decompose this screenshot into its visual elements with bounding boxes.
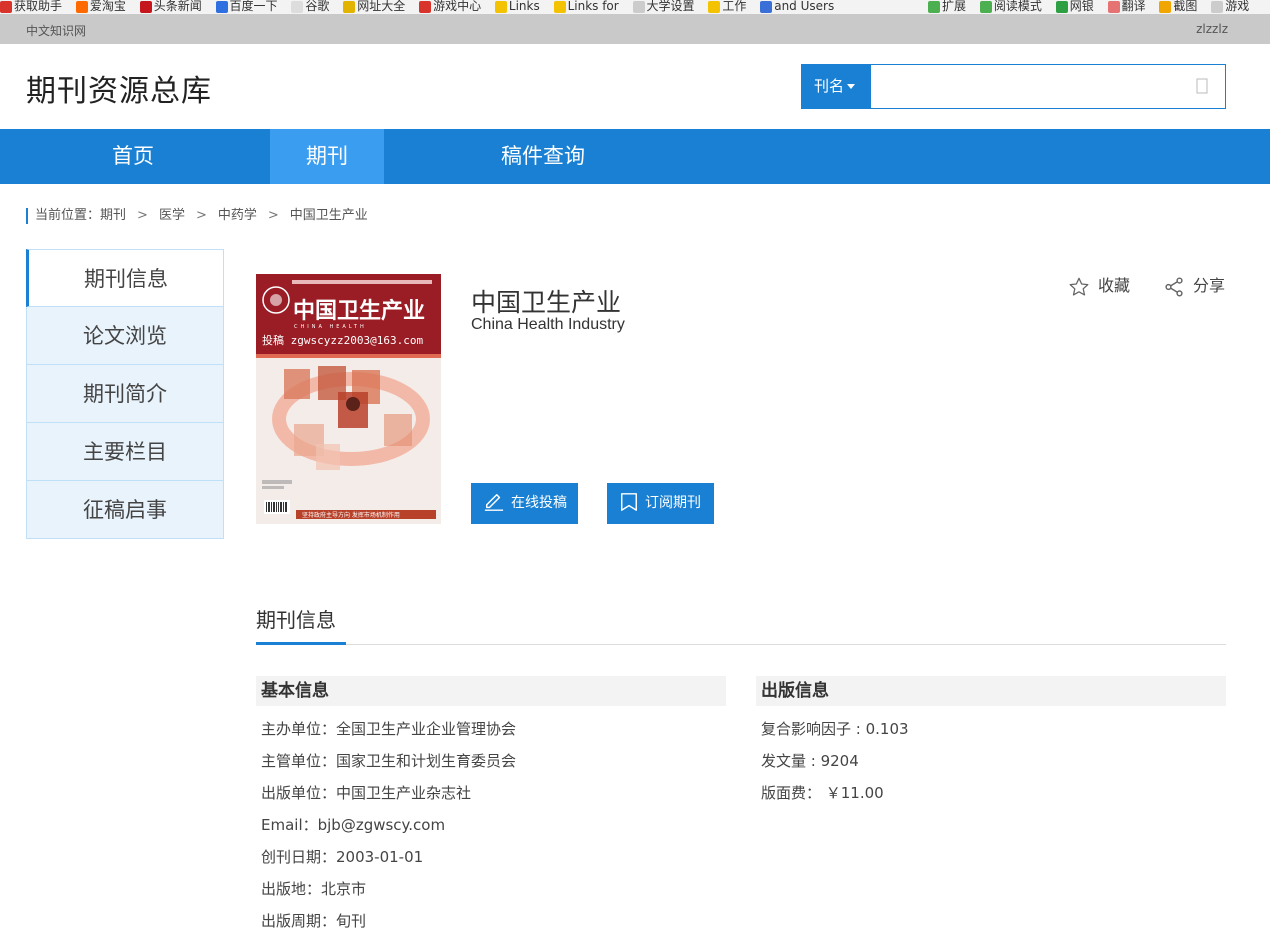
info-row: 出版周期：旬刊 xyxy=(261,912,367,930)
cover-title: 中国卫生产业 xyxy=(293,299,425,324)
sidebar-item-call-for-papers[interactable]: 征稿启事 xyxy=(26,481,224,539)
sidebar-item-papers[interactable]: 论文浏览 xyxy=(26,307,224,365)
bookmark-item[interactable]: 谷歌 xyxy=(291,0,329,13)
star-icon xyxy=(1069,277,1089,296)
search-button[interactable] xyxy=(1195,77,1215,97)
publish-row: 版面费： ￥11.00 xyxy=(761,784,884,802)
breadcrumb-item[interactable]: 中国卫生产业 xyxy=(290,208,368,223)
publish-row: 复合影响因子 : 0.103 xyxy=(761,720,909,738)
favorite-button[interactable]: 收藏 xyxy=(1068,275,1130,297)
online-submit-button[interactable]: 在线投稿 xyxy=(471,483,578,524)
bookmark-item[interactable]: Links xyxy=(494,0,540,13)
section-title: 期刊信息 xyxy=(256,608,336,632)
pen-icon xyxy=(484,493,504,511)
bookmark-item[interactable]: Links for xyxy=(553,0,619,13)
subscribe-label: 订阅期刊 xyxy=(645,495,701,511)
favorite-label: 收藏 xyxy=(1098,276,1131,295)
site-topbar: 中文知识网 zlzzlz xyxy=(0,14,1270,44)
chevron-right-icon: > xyxy=(195,208,207,223)
site-title[interactable]: 期刊资源总库 xyxy=(26,66,212,110)
sidebar-item-intro[interactable]: 期刊简介 xyxy=(26,365,224,423)
bookmark-item[interactable]: 翻译 xyxy=(1107,0,1146,13)
bookmark-item[interactable]: 大学设置 xyxy=(632,0,695,13)
bookmark-item[interactable]: 阅读模式 xyxy=(979,0,1042,13)
bookmark-item[interactable]: 获取助手 xyxy=(0,0,62,13)
search-scope-dropdown[interactable]: 刊名 xyxy=(802,65,871,108)
search-icon xyxy=(1196,78,1208,94)
cover-email-banner: 投稿 zgwscyzz2003@163.com xyxy=(262,333,423,347)
main-nav: 首页 期刊 稿件查询 xyxy=(0,129,1270,184)
info-row: 主办单位：全国卫生产业企业管理协会 xyxy=(261,720,517,738)
bookmark-icon xyxy=(621,492,637,511)
nav-item-journals[interactable]: 期刊 xyxy=(270,129,384,184)
breadcrumb-item[interactable]: 医学 xyxy=(159,208,185,223)
sidebar-item-journal-info[interactable]: 期刊信息 xyxy=(26,249,224,307)
section-underline xyxy=(256,642,346,645)
bookmark-item[interactable]: 爱淘宝 xyxy=(75,0,126,13)
share-icon xyxy=(1165,276,1183,297)
bookmark-item[interactable]: 头条新闻 xyxy=(139,0,202,13)
info-row: 出版地：北京市 xyxy=(261,880,367,898)
share-button[interactable]: 分享 xyxy=(1163,275,1225,297)
bookmark-item[interactable]: 网址大全 xyxy=(343,0,405,13)
publish-row: 发文量 : 9204 xyxy=(761,752,859,770)
online-submit-label: 在线投稿 xyxy=(511,495,567,511)
bookmark-item[interactable]: and Users xyxy=(760,0,834,13)
cover-slogan: 坚持政府主导方向 发挥市场机制作用 xyxy=(302,511,400,519)
site-name-link[interactable]: 中文知识网 xyxy=(26,22,86,39)
basic-info-heading: 基本信息 xyxy=(256,676,726,706)
cover-subtitle: CHINA HEALTH xyxy=(294,324,367,330)
nav-item-home[interactable]: 首页 xyxy=(74,129,192,184)
username-link[interactable]: zlzzlz xyxy=(1196,22,1228,36)
info-row: 主管单位：国家卫生和计划生育委员会 xyxy=(261,752,517,770)
bookmark-item[interactable]: 工作 xyxy=(708,0,746,13)
publish-info-heading: 出版信息 xyxy=(756,676,1226,706)
chevron-right-icon: > xyxy=(267,208,279,223)
search-box: 刊名 xyxy=(801,64,1226,109)
breadcrumb: 当前位置：期刊 > 医学 > 中药学 > 中国卫生产业 xyxy=(26,208,368,224)
bookmark-item[interactable]: 网银 xyxy=(1055,0,1094,13)
journal-sidebar: 期刊信息 论文浏览 期刊简介 主要栏目 征稿启事 xyxy=(26,249,224,539)
section-divider xyxy=(256,644,1226,645)
browser-bookmarks-bar: 获取助手 爱淘宝 头条新闻 百度一下 谷歌 网址大全 游戏中心 Links Li… xyxy=(0,0,1270,14)
search-scope-label: 刊名 xyxy=(814,77,845,95)
search-input[interactable] xyxy=(872,65,1182,108)
breadcrumb-item[interactable]: 中药学 xyxy=(218,208,257,223)
info-row: Email：bjb@zgwscy.com xyxy=(261,816,446,834)
bookmark-item[interactable]: 游戏 xyxy=(1211,0,1249,13)
info-row: 出版单位：中国卫生产业杂志社 xyxy=(261,784,472,802)
subscribe-button[interactable]: 订阅期刊 xyxy=(607,483,714,524)
journal-title: 中国卫生产业 xyxy=(471,288,622,317)
breadcrumb-item[interactable]: 期刊 xyxy=(100,208,126,223)
bookmark-item[interactable]: 百度一下 xyxy=(215,0,278,13)
journal-title-en: China Health Industry xyxy=(471,316,625,333)
bookmark-item[interactable]: 游戏中心 xyxy=(419,0,481,13)
bookmark-item[interactable]: 扩展 xyxy=(928,0,966,13)
caret-down-icon xyxy=(847,84,856,89)
bookmark-item[interactable]: 截图 xyxy=(1159,0,1197,13)
share-label: 分享 xyxy=(1193,276,1226,295)
chevron-right-icon: > xyxy=(137,208,148,223)
journal-cover-image: 中国卫生产业 CHINA HEALTH 投稿 zgwscyzz2003@163.… xyxy=(256,274,441,524)
breadcrumb-prefix: 当前位置： xyxy=(35,208,101,223)
nav-item-manuscript-query[interactable]: 稿件查询 xyxy=(478,129,608,184)
info-row: 创刊日期：2003-01-01 xyxy=(261,848,424,866)
sidebar-item-columns[interactable]: 主要栏目 xyxy=(26,423,224,481)
